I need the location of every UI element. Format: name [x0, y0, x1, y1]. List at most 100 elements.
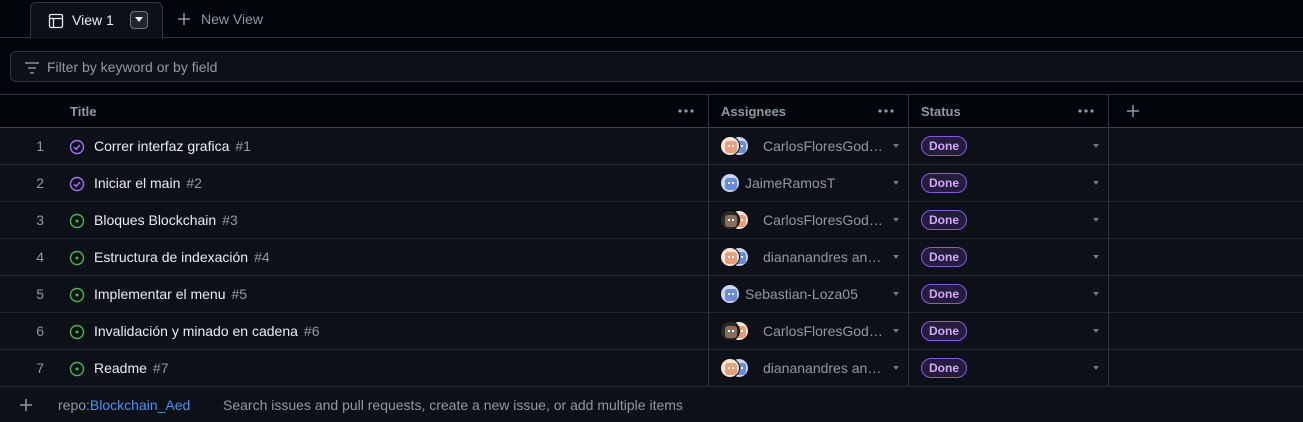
column-divider [708, 94, 709, 386]
add-column-button[interactable] [1108, 95, 1156, 128]
status-badge[interactable]: Done [921, 247, 967, 267]
issue-title-link[interactable]: Readme #7 [94, 360, 169, 376]
issue-number: #6 [303, 323, 320, 339]
row-number: 4 [36, 249, 44, 265]
issue-title-link[interactable]: Implementar el menu #5 [94, 286, 247, 302]
issue-title: Readme [94, 360, 147, 376]
kebab-horizontal-icon[interactable] [1077, 103, 1095, 119]
add-item-bar[interactable]: repo:Blockchain_Aed Search issues and pu… [0, 386, 1303, 422]
issue-number: #1 [235, 138, 251, 154]
status-badge[interactable]: Done [921, 358, 967, 378]
issue-title: Invalidación y minado en cadena [94, 323, 298, 339]
row-number: 5 [36, 286, 44, 302]
row-number: 3 [36, 212, 44, 228]
filter-input[interactable] [47, 58, 947, 76]
repo-prefix: repo: [58, 397, 90, 413]
assignee-names[interactable]: diananandres and… [763, 360, 887, 376]
row-number: 6 [36, 323, 44, 339]
assignee-dropdown-icon[interactable] [893, 144, 899, 148]
status-dropdown-icon[interactable] [1093, 255, 1099, 259]
assignee-dropdown-icon[interactable] [893, 181, 899, 185]
issue-title-link[interactable]: Bloques Blockchain #3 [94, 212, 238, 228]
assignee-names[interactable]: JaimeRamosT [745, 175, 885, 191]
column-title-label: Title [70, 104, 97, 119]
status-badge[interactable]: Done [921, 210, 967, 230]
status-dropdown-icon[interactable] [1093, 144, 1099, 148]
avatar [720, 247, 740, 267]
avatar [720, 321, 740, 341]
issue-title-link[interactable]: Correr interfaz grafica #1 [94, 138, 251, 154]
filter-bar [10, 51, 1303, 82]
plus-icon[interactable] [19, 398, 33, 412]
column-assignees-label: Assignees [721, 104, 787, 119]
assignee-names[interactable]: diananandres and… [763, 249, 887, 265]
view-tab-bar: View 1 New View [0, 0, 1303, 39]
status-badge[interactable]: Done [921, 136, 967, 156]
status-dropdown-icon[interactable] [1093, 366, 1099, 370]
assignee-names[interactable]: CarlosFloresGodo… [763, 212, 887, 228]
issue-opened-icon [69, 213, 85, 229]
column-status-label: Status [921, 104, 961, 119]
avatar [720, 358, 740, 378]
issue-title-link[interactable]: Estructura de indexación #4 [94, 249, 270, 265]
assignee-names[interactable]: CarlosFloresGodo… [763, 323, 887, 339]
issue-title-link[interactable]: Invalidación y minado en cadena #6 [94, 323, 320, 339]
avatar [720, 284, 740, 304]
assignee-dropdown-icon[interactable] [893, 366, 899, 370]
assignee-dropdown-icon[interactable] [893, 292, 899, 296]
tab-label: View 1 [72, 12, 114, 28]
issue-closed-icon [69, 139, 85, 155]
issue-title: Estructura de indexación [94, 249, 249, 265]
issue-number: #7 [152, 360, 169, 376]
status-badge[interactable]: Done [921, 173, 967, 193]
plus-icon [1127, 105, 1139, 117]
table-icon [48, 13, 64, 29]
issue-title: Bloques Blockchain [94, 212, 217, 228]
repo-selector[interactable]: repo:Blockchain_Aed [58, 397, 190, 413]
issue-opened-icon [69, 324, 85, 340]
tab-view-1[interactable]: View 1 [30, 2, 163, 39]
tab-menu-button[interactable] [130, 11, 148, 29]
status-dropdown-icon[interactable] [1093, 218, 1099, 222]
row-number: 2 [36, 175, 44, 191]
kebab-horizontal-icon[interactable] [877, 103, 895, 119]
status-dropdown-icon[interactable] [1093, 181, 1099, 185]
column-header-assignees[interactable]: Assignees [708, 95, 908, 128]
issue-number: #5 [231, 286, 248, 302]
kebab-horizontal-icon[interactable] [677, 103, 695, 119]
status-badge[interactable]: Done [921, 321, 967, 341]
row-number: 1 [36, 138, 44, 154]
issue-number: #2 [186, 175, 202, 191]
assignee-dropdown-icon[interactable] [893, 255, 899, 259]
issue-title: Iniciar el main [94, 175, 181, 191]
issue-opened-icon [69, 250, 85, 266]
assignee-names[interactable]: CarlosFloresGod… [763, 138, 887, 154]
status-badge[interactable]: Done [921, 284, 967, 304]
repo-name: Blockchain_Aed [89, 397, 191, 413]
issue-title: Correr interfaz grafica [94, 138, 230, 154]
avatar [720, 136, 740, 156]
new-view-button[interactable]: New View [177, 11, 263, 27]
column-header-title[interactable]: Title [0, 95, 708, 128]
assignee-dropdown-icon[interactable] [893, 329, 899, 333]
add-item-hint: Search issues and pull requests, create … [223, 397, 683, 413]
status-dropdown-icon[interactable] [1093, 329, 1099, 333]
column-divider [1108, 94, 1109, 386]
avatar [720, 210, 740, 230]
column-header-status[interactable]: Status [908, 95, 1108, 128]
issue-title-link[interactable]: Iniciar el main #2 [94, 175, 202, 191]
status-dropdown-icon[interactable] [1093, 292, 1099, 296]
filter-icon [25, 62, 39, 74]
issue-number: #4 [254, 249, 270, 265]
issue-number: #3 [222, 212, 238, 228]
issue-closed-icon [69, 176, 85, 192]
row-number: 7 [36, 360, 44, 376]
issue-title: Implementar el menu [94, 286, 226, 302]
assignee-dropdown-icon[interactable] [893, 218, 899, 222]
triangle-down-icon [135, 17, 143, 22]
new-view-label: New View [201, 11, 263, 27]
column-divider [908, 94, 909, 386]
issue-opened-icon [69, 361, 85, 377]
issue-opened-icon [69, 287, 85, 303]
assignee-names[interactable]: Sebastian-Loza05 [745, 286, 885, 302]
